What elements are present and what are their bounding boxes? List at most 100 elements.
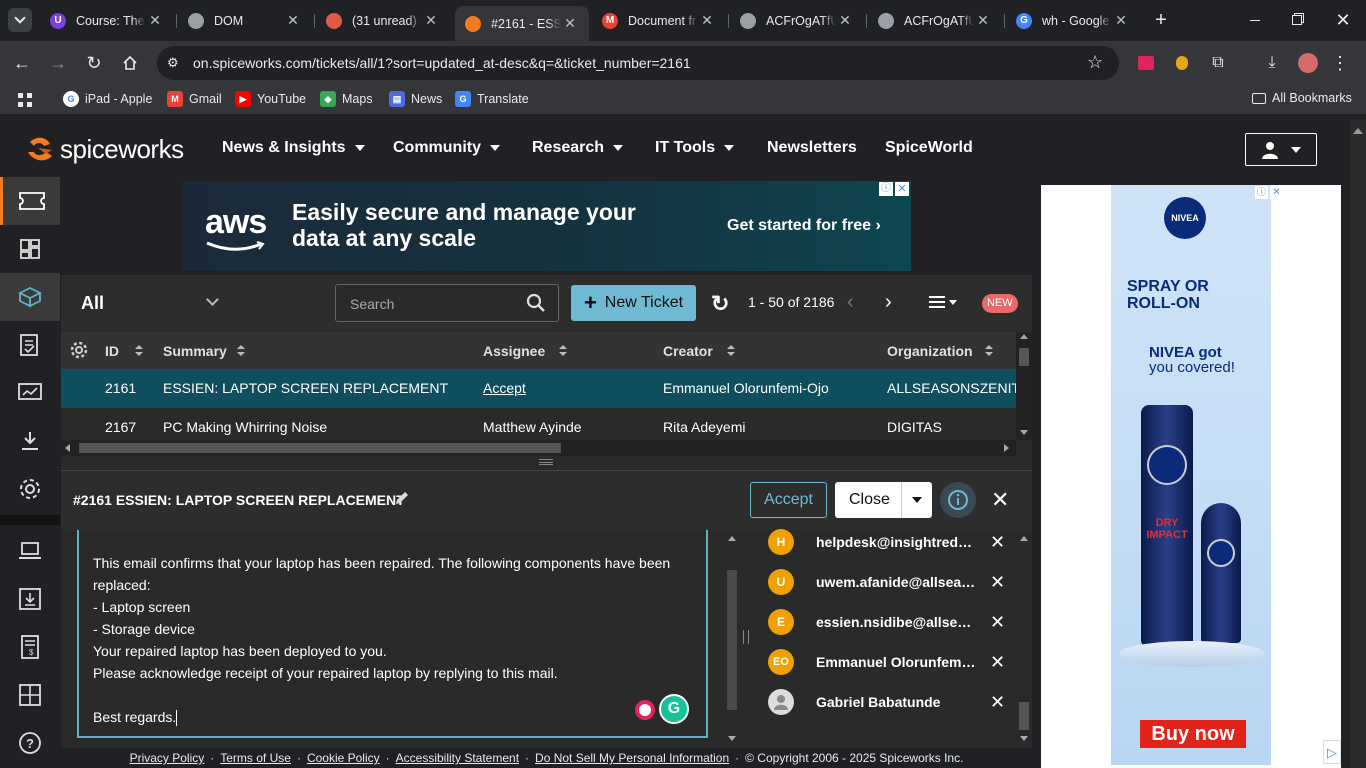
ad-close-icon[interactable]: ✕: [1270, 186, 1283, 199]
rail-monitor[interactable]: [0, 369, 60, 417]
rail-billing[interactable]: $: [0, 623, 60, 671]
close-tab-icon[interactable]: ✕: [836, 12, 854, 29]
close-tab-icon[interactable]: ✕: [146, 12, 164, 29]
table-row[interactable]: 2161 ESSIEN: LAPTOP SCREEN REPLACEMENT A…: [61, 369, 1016, 407]
footer-link-accessibility[interactable]: Accessibility Statement: [396, 751, 519, 765]
close-tab-icon[interactable]: ✕: [974, 12, 992, 29]
rail-dashboard[interactable]: [0, 225, 60, 273]
bookmark-star-icon[interactable]: ☆: [1087, 52, 1103, 73]
search-icon[interactable]: [526, 293, 546, 313]
spiceworks-logo[interactable]: spiceworks: [24, 132, 184, 166]
email-scrollbar[interactable]: [724, 530, 740, 745]
forward-button[interactable]: →: [46, 51, 70, 75]
email-body-editor[interactable]: This email confirms that your laptop has…: [77, 530, 708, 738]
nav-item[interactable]: News & Insights: [222, 139, 365, 157]
grid-horizontal-scrollbar[interactable]: [61, 440, 1016, 456]
nav-item[interactable]: Community: [393, 139, 500, 157]
close-window-button[interactable]: ✕: [1331, 8, 1355, 32]
adchoices-icon[interactable]: ⓘ: [1255, 186, 1268, 199]
remove-watcher-button[interactable]: ✕: [990, 532, 1005, 553]
profile-avatar[interactable]: [1296, 51, 1320, 75]
footer-link-cookie[interactable]: Cookie Policy: [307, 751, 380, 765]
new-ticket-button[interactable]: + New Ticket: [571, 285, 696, 321]
page-scrollbar[interactable]: [1350, 120, 1366, 768]
column-header-organization[interactable]: Organization: [887, 343, 993, 359]
ad-cta[interactable]: Get started for free ›: [727, 217, 881, 235]
rail-settings[interactable]: [0, 465, 60, 513]
url-text[interactable]: on.spiceworks.com/tickets/all/1?sort=upd…: [193, 55, 691, 71]
nivea-ad[interactable]: NIVEA ⓘ ✕ SPRAY OR ROLL-ON NIVEA got you…: [1111, 185, 1283, 765]
browser-tab[interactable]: ACFrOgATfU ✕: [730, 6, 864, 35]
address-bar[interactable]: ⚙ on.spiceworks.com/tickets/all/1?sort=u…: [157, 46, 1119, 80]
prev-page-button[interactable]: ‹: [847, 291, 854, 314]
rail-devices[interactable]: [0, 527, 60, 575]
buy-now-button[interactable]: Buy now: [1140, 720, 1246, 748]
close-tab-icon[interactable]: ✕: [422, 12, 440, 29]
adchoices-icon[interactable]: ⓘ: [879, 182, 893, 196]
footer-link-terms[interactable]: Terms of Use: [220, 751, 291, 765]
resize-handle[interactable]: [539, 459, 553, 465]
tab-search-button[interactable]: [8, 8, 32, 32]
nav-item[interactable]: SpiceWorld: [885, 139, 973, 157]
user-menu-button[interactable]: [1245, 133, 1317, 166]
accept-button[interactable]: Accept: [750, 482, 827, 518]
bookmark-item[interactable]: ◆ Maps: [320, 91, 373, 107]
bookmark-item[interactable]: G Translate: [455, 91, 529, 107]
split-handle[interactable]: [743, 630, 749, 644]
browser-tab[interactable]: (31 unread) - ✕: [316, 6, 450, 35]
browser-menu-icon[interactable]: ⋮: [1328, 51, 1352, 75]
rail-inventory[interactable]: [0, 273, 60, 321]
right-ad-slot[interactable]: NIVEA ⓘ ✕ SPRAY OR ROLL-ON NIVEA got you…: [1041, 185, 1341, 768]
reload-button[interactable]: ↻: [82, 51, 106, 75]
rail-layout[interactable]: [0, 671, 60, 719]
restore-button[interactable]: [1285, 8, 1309, 32]
column-header-assignee[interactable]: Assignee: [483, 343, 568, 359]
browser-tab[interactable]: #2161 - ESSI ✕: [455, 6, 589, 41]
new-badge[interactable]: NEW: [982, 294, 1018, 313]
close-panel-button[interactable]: ✕: [991, 487, 1009, 513]
remove-watcher-button[interactable]: ✕: [990, 652, 1005, 673]
footer-link-do-not-sell[interactable]: Do Not Sell My Personal Information: [535, 751, 729, 765]
refresh-button[interactable]: ↻: [711, 291, 729, 317]
browser-tab[interactable]: ACFrOgATfU ✕: [868, 6, 1002, 35]
footer-link-privacy[interactable]: Privacy Policy: [130, 751, 205, 765]
rail-reports[interactable]: [0, 321, 60, 369]
bookmark-item[interactable]: M Gmail: [167, 91, 222, 107]
column-header-summary[interactable]: Summary: [163, 343, 245, 359]
ad-close-icon[interactable]: ✕: [895, 182, 909, 196]
home-button[interactable]: [118, 51, 142, 75]
remove-watcher-button[interactable]: ✕: [990, 612, 1005, 633]
watchers-scrollbar[interactable]: [1016, 530, 1032, 745]
column-menu-button[interactable]: [929, 296, 957, 308]
minimize-button[interactable]: [1243, 8, 1267, 32]
search-input[interactable]: Search: [335, 284, 559, 322]
close-tab-icon[interactable]: ✕: [698, 12, 716, 29]
grid-settings-icon[interactable]: [70, 341, 88, 362]
nav-item[interactable]: IT Tools: [655, 139, 735, 157]
rail-tickets[interactable]: [0, 177, 60, 225]
download-icon[interactable]: ⤓: [1260, 51, 1284, 75]
bookmark-item[interactable]: GiPad - Apple: [63, 91, 152, 107]
view-selector[interactable]: All: [81, 293, 221, 314]
grid-vertical-scrollbar[interactable]: [1016, 332, 1032, 440]
rail-help[interactable]: ?: [0, 719, 60, 767]
nav-item[interactable]: Research: [532, 139, 624, 157]
back-button[interactable]: ←: [10, 51, 34, 75]
rail-downloads[interactable]: [0, 417, 60, 465]
close-tab-icon[interactable]: ✕: [1112, 12, 1130, 29]
aws-ad-banner[interactable]: aws Easily secure and manage your data a…: [183, 181, 911, 271]
remove-watcher-button[interactable]: ✕: [990, 692, 1005, 713]
info-button[interactable]: [940, 482, 976, 518]
browser-tab[interactable]: UCourse: The C✕: [40, 6, 174, 35]
grammarly-icon[interactable]: G: [659, 694, 689, 724]
rail-install[interactable]: [0, 575, 60, 623]
nav-item[interactable]: Newsletters: [767, 139, 857, 157]
apps-grid-icon[interactable]: [18, 93, 32, 107]
accept-link[interactable]: Accept: [483, 380, 526, 396]
all-bookmarks[interactable]: All Bookmarks: [1252, 91, 1352, 105]
new-tab-button[interactable]: +: [1150, 9, 1172, 31]
next-page-button[interactable]: ›: [885, 291, 892, 314]
target-extension-icon[interactable]: [635, 700, 655, 720]
edit-title-button[interactable]: [394, 490, 410, 509]
close-tab-icon[interactable]: ✕: [284, 12, 302, 29]
